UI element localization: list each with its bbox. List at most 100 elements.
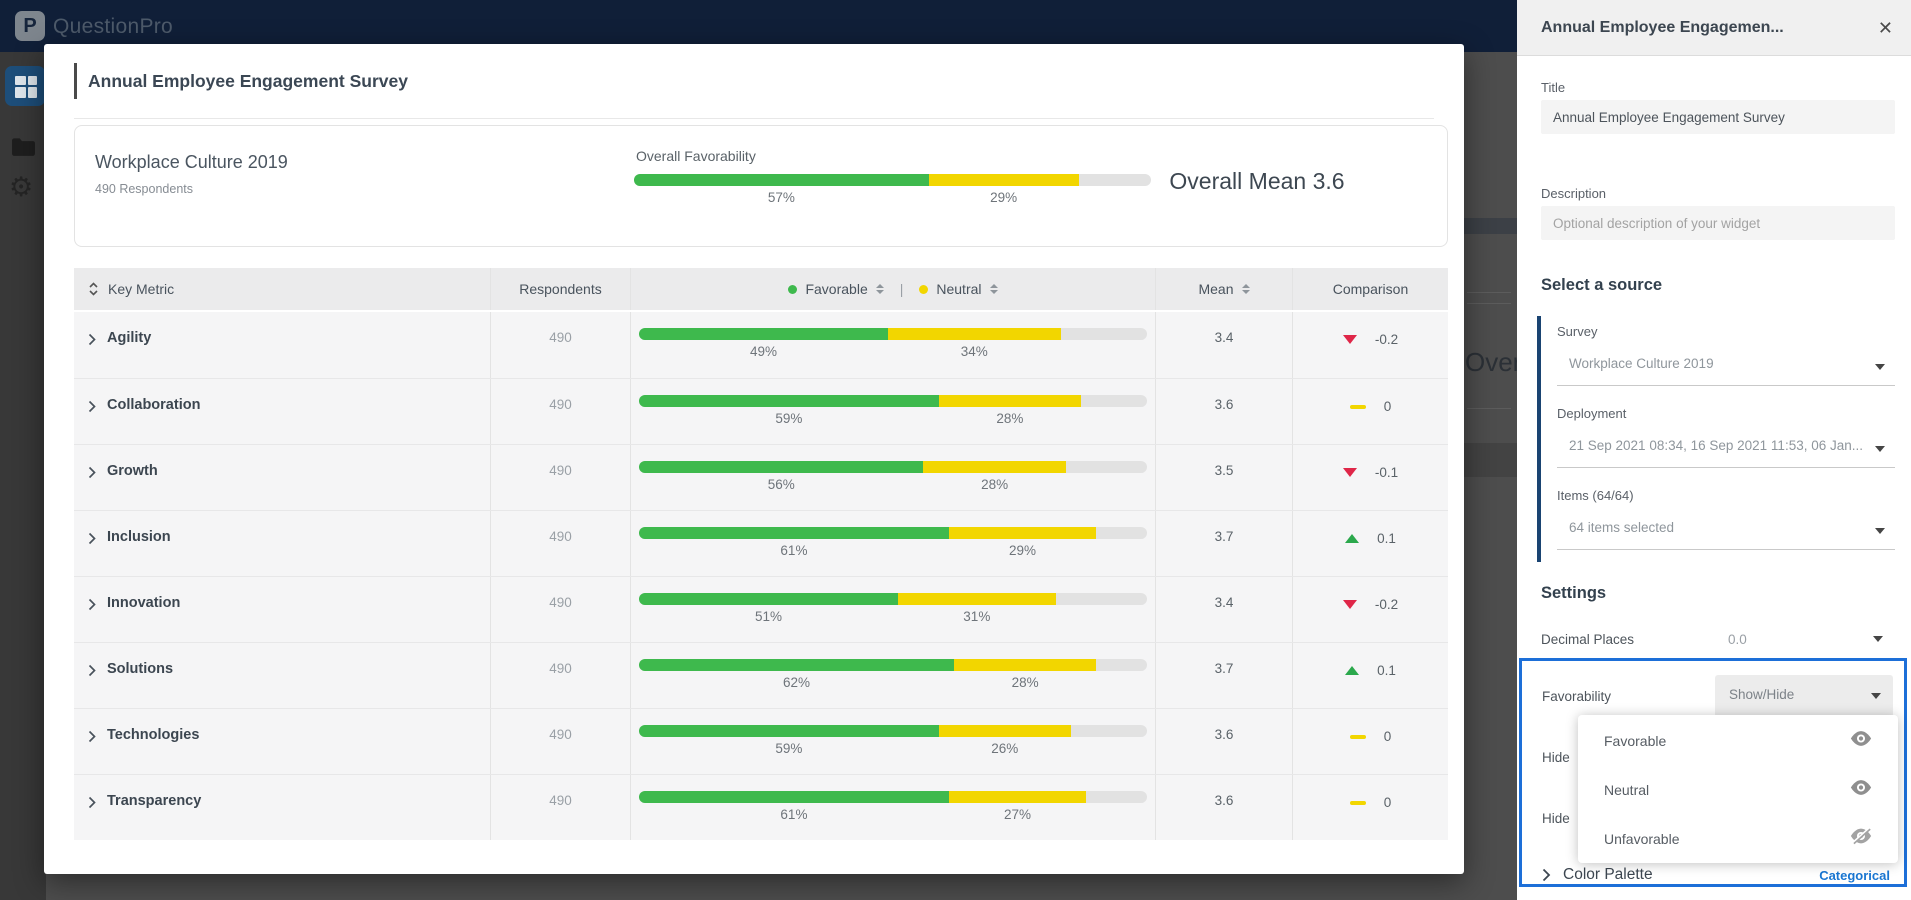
sort-favorable-icon[interactable] (875, 284, 884, 294)
respondents-value: 490 (549, 661, 572, 676)
close-icon[interactable]: ✕ (1878, 19, 1893, 37)
metric-name: Innovation (107, 595, 181, 611)
sort-mean-icon[interactable] (1241, 284, 1250, 294)
expand-row-icon[interactable] (88, 333, 96, 346)
trend-down-icon (1342, 468, 1357, 477)
comparison-value: 0 (1383, 729, 1392, 744)
eye-visible-icon[interactable] (1850, 730, 1872, 751)
expand-row-icon[interactable] (88, 730, 96, 743)
favorability-label: Favorability (1542, 689, 1612, 704)
respondents-value: 490 (549, 529, 572, 544)
comparison-value: 0 (1383, 399, 1392, 414)
decimal-places-value: 0.0 (1728, 632, 1747, 647)
expand-row-icon[interactable] (88, 532, 96, 545)
folder-icon[interactable] (11, 137, 36, 157)
trend-up-icon (1345, 534, 1360, 543)
trend-down-icon (1342, 600, 1357, 609)
table-row[interactable]: Technologies 490 59% 26% 3.6 0 (74, 708, 1448, 774)
metric-name: Growth (107, 463, 158, 479)
col-neutral[interactable]: Neutral (936, 281, 981, 297)
metric-name: Inclusion (107, 529, 171, 545)
hide-setting-label-1: Hide (1542, 750, 1570, 765)
background-band (1463, 443, 1517, 477)
favorability-setting-group: Favorability Show/Hide Hide Hide Favorab… (1519, 658, 1907, 887)
comparison-value: -0.2 (1374, 332, 1399, 347)
widget-title: Annual Employee Engagement Survey (88, 70, 408, 91)
favorability-bar: 62% 28% (639, 659, 1147, 690)
gear-icon[interactable]: ⚙ (9, 174, 33, 201)
questionpro-logo-icon: P (15, 11, 45, 41)
neutral-pct-label: 28% (981, 477, 1009, 492)
color-palette-row[interactable]: Color Palette Categorical (1542, 863, 1890, 887)
chevron-down-icon (1873, 636, 1883, 642)
expand-all-icon[interactable] (88, 280, 99, 298)
table-row[interactable]: Agility 490 49% 34% 3.4 -0.2 (74, 312, 1448, 378)
items-select[interactable]: 64 items selected (1557, 512, 1895, 550)
title-accent-bar (74, 63, 77, 99)
table-row[interactable]: Innovation 490 51% 31% 3.4 -0.2 (74, 576, 1448, 642)
expand-row-icon[interactable] (88, 400, 96, 413)
bar-neutral-segment (948, 527, 1097, 539)
favorable-pct-label: 59% (775, 411, 803, 426)
expand-row-icon[interactable] (88, 796, 96, 809)
table-row[interactable]: Inclusion 490 61% 29% 3.7 0.1 (74, 510, 1448, 576)
respondents-value: 490 (549, 727, 572, 742)
favorable-pct-label: 59% (775, 741, 803, 756)
background-band (1463, 218, 1517, 234)
neutral-pct-label: 27% (1003, 807, 1031, 822)
table-row[interactable]: Collaboration 490 59% 28% 3.6 0 (74, 378, 1448, 444)
color-palette-value[interactable]: Categorical (1819, 868, 1890, 883)
favorability-bar: 59% 28% (639, 395, 1147, 426)
expand-palette-icon[interactable] (1542, 868, 1551, 882)
metric-name: Agility (107, 330, 152, 346)
respondents-value: 490 (549, 793, 572, 808)
bar-neutral-segment (953, 659, 1097, 671)
metric-name: Technologies (107, 727, 200, 743)
metric-name: Collaboration (107, 397, 201, 413)
overall-favorable-pct: 57% (767, 190, 795, 205)
dropdown-option-unfavorable[interactable]: Unfavorable (1578, 814, 1898, 863)
respondents-value: 490 (549, 463, 572, 478)
sort-neutral-icon[interactable] (989, 284, 998, 294)
respondents-value: 490 (549, 397, 572, 412)
description-input[interactable] (1541, 206, 1895, 240)
column-separator: | (899, 281, 904, 297)
favorability-bar: 59% 26% (639, 725, 1147, 756)
col-key-metric[interactable]: Key Metric (108, 281, 174, 297)
col-mean-label[interactable]: Mean (1198, 281, 1233, 297)
select-source-heading: Select a source (1541, 276, 1663, 294)
col-favorable[interactable]: Favorable (805, 281, 867, 297)
respondents-value: 490 (549, 595, 572, 610)
table-row[interactable]: Transparency 490 61% 27% 3.6 0 (74, 774, 1448, 840)
favorable-pct-label: 51% (755, 609, 783, 624)
favorable-pct-label: 49% (749, 344, 777, 359)
survey-select[interactable]: Workplace Culture 2019 (1557, 348, 1895, 386)
bar-favorable-segment (639, 461, 924, 473)
decimal-places-row[interactable]: Decimal Places 0.0 (1541, 622, 1895, 662)
table-row[interactable]: Growth 490 56% 28% 3.5 -0.1 (74, 444, 1448, 510)
respondents-value: 490 (549, 330, 572, 345)
decimal-places-label: Decimal Places (1541, 632, 1635, 647)
panel-title: Annual Employee Engagemen... (1541, 18, 1784, 36)
overall-bar-neutral (928, 174, 1079, 186)
sidebar-item-dashboard[interactable] (5, 66, 45, 106)
source-accent-bar (1537, 316, 1541, 562)
overall-mean: Overall Mean 3.6 (1169, 168, 1345, 194)
trend-down-icon (1342, 335, 1357, 344)
color-palette-label: Color Palette (1563, 866, 1653, 883)
title-input[interactable] (1541, 100, 1895, 134)
eye-hidden-icon[interactable] (1850, 827, 1872, 850)
deployment-select[interactable]: 21 Sep 2021 08:34, 16 Sep 2021 11:53, 06… (1557, 430, 1895, 468)
option-label: Unfavorable (1604, 830, 1680, 847)
title-field-label: Title (1541, 80, 1566, 95)
favorable-pct-label: 56% (767, 477, 795, 492)
eye-visible-icon[interactable] (1850, 779, 1872, 800)
dropdown-option-neutral[interactable]: Neutral (1578, 765, 1898, 814)
dropdown-option-favorable[interactable]: Favorable (1578, 716, 1898, 765)
expand-row-icon[interactable] (88, 598, 96, 611)
expand-row-icon[interactable] (88, 664, 96, 677)
expand-row-icon[interactable] (88, 466, 96, 479)
favorability-select[interactable]: Show/Hide (1715, 675, 1893, 717)
table-row[interactable]: Solutions 490 62% 28% 3.7 0.1 (74, 642, 1448, 708)
neutral-pct-label: 31% (963, 609, 991, 624)
